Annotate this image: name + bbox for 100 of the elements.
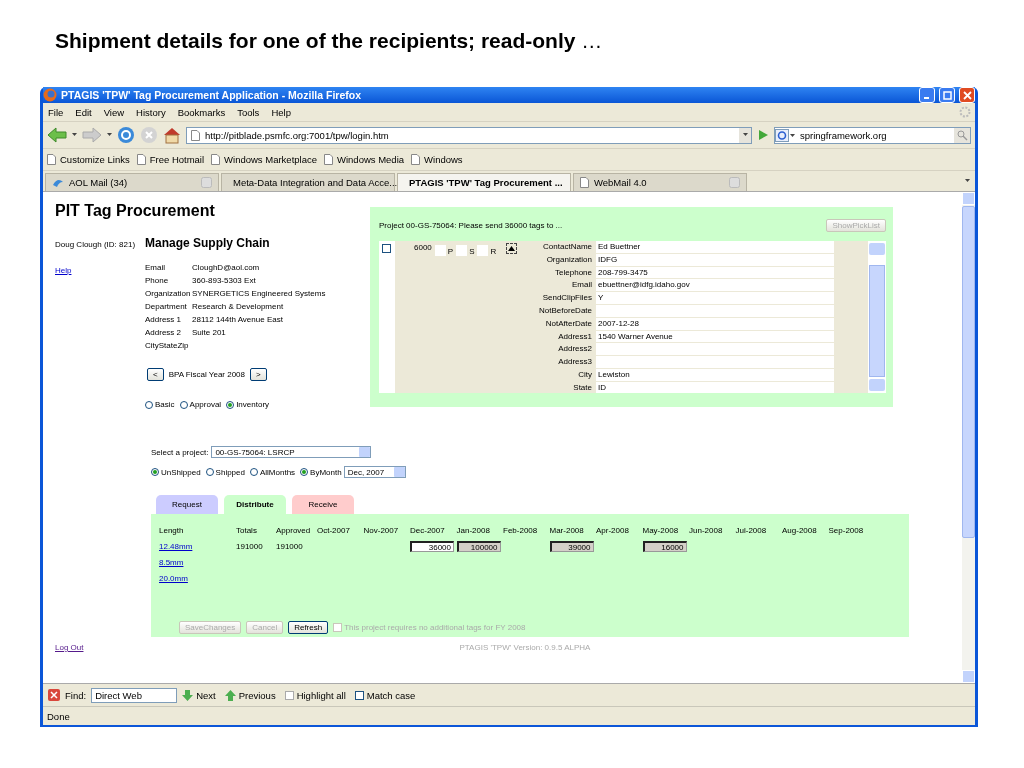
- menu-item[interactable]: History: [136, 106, 166, 118]
- field-value: ebuettner@idfg.idaho.gov: [596, 279, 834, 293]
- version-text: PTAGIS 'TPW' Version: 0.9.5 ALPHA: [459, 643, 591, 652]
- profile-label: Department: [145, 302, 188, 311]
- tab[interactable]: Request: [156, 495, 218, 514]
- tab[interactable]: Distribute: [224, 495, 286, 514]
- profile-value: SYNERGETICS Engineered Systems: [192, 289, 326, 298]
- radio-option[interactable]: Basic: [145, 400, 175, 409]
- action-button[interactable]: Refresh: [288, 621, 329, 634]
- profile-label: Email: [145, 263, 166, 272]
- radio-option[interactable]: Inventory: [226, 400, 270, 409]
- profile-label: CityStateZip: [145, 341, 190, 350]
- next-year-button[interactable]: >: [250, 368, 267, 381]
- profile-label: Address 2: [145, 328, 183, 337]
- column-header: Feb-2008: [503, 525, 539, 535]
- previous-year-button[interactable]: <: [147, 368, 164, 381]
- page-title: PIT Tag Procurement: [55, 202, 216, 220]
- browser-tab[interactable]: PTAGIS 'TPW' Tag Procurement ...: [397, 173, 571, 191]
- window-title: PTAGIS 'TPW' Tag Procurement Application - Mozilla Firefox: [61, 89, 362, 101]
- checkbox[interactable]: [382, 244, 391, 253]
- menu-item[interactable]: Tools: [237, 106, 260, 118]
- page-icon: [136, 154, 146, 165]
- menu-item[interactable]: Help: [271, 106, 291, 118]
- radio-option[interactable]: UnShipped: [151, 467, 201, 477]
- profile-value: Research & Development: [192, 302, 285, 311]
- slide-caption: Shipment details for one of the recipients; read-only …: [55, 29, 603, 52]
- column-header: Sep-2008: [828, 525, 865, 535]
- column-header: Jan-2008: [456, 525, 491, 535]
- browser-tab[interactable]: WebMail 4.0: [573, 173, 747, 191]
- column-header: Jun-2008: [689, 525, 724, 535]
- profile-label: Organization: [145, 289, 192, 298]
- column-header: Length: [159, 525, 185, 535]
- history-dropdown[interactable]: [739, 127, 751, 143]
- field-label: NotAfterDate: [544, 317, 592, 330]
- table-cell-text: 191000: [236, 541, 264, 551]
- project-dropdown[interactable]: 00-GS-75064: LSRCP: [211, 446, 372, 458]
- next-button[interactable]: Next: [182, 689, 216, 701]
- bookmark-link[interactable]: Windows Media: [324, 154, 405, 165]
- up-arrow-icon: [224, 689, 236, 701]
- radio-option[interactable]: Shipped: [205, 467, 245, 477]
- length-link[interactable]: 20.0mm: [159, 573, 236, 583]
- back-icon[interactable]: [47, 127, 67, 143]
- page-icon: [411, 154, 421, 165]
- field-label: SendClipFiles: [541, 292, 592, 305]
- quantity-field: 100000: [456, 540, 501, 552]
- column-header: Apr-2008: [596, 525, 630, 535]
- radio-option[interactable]: AllMonths: [249, 467, 296, 477]
- reload-icon[interactable]: [117, 126, 135, 144]
- help-link[interactable]: Help: [55, 266, 145, 275]
- browser-tab[interactable]: Meta-Data Integration and Data Acce...: [221, 173, 395, 191]
- go-icon[interactable]: [757, 129, 769, 141]
- column-header: Jul-2008: [735, 525, 768, 535]
- bookmark-link[interactable]: Windows: [411, 154, 463, 165]
- menu-item[interactable]: Bookmarks: [177, 106, 226, 118]
- bird-icon: [52, 177, 64, 188]
- minimize-button[interactable]: [919, 87, 935, 103]
- highlight-all-checkbox[interactable]: Highlight all: [284, 689, 346, 701]
- tab-list-icon[interactable]: [965, 179, 970, 183]
- page-icon: [324, 154, 333, 165]
- find-field[interactable]: Direct Web: [91, 687, 178, 703]
- menu-item[interactable]: File: [48, 106, 64, 118]
- length-link[interactable]: 8.5mm: [159, 557, 236, 567]
- quantity-field[interactable]: 36000: [410, 540, 454, 552]
- tab[interactable]: Receive: [292, 495, 354, 514]
- bookmark-link[interactable]: Windows Marketplace: [211, 154, 317, 165]
- collapse-button[interactable]: [506, 243, 518, 254]
- scrollbar[interactable]: [962, 192, 975, 683]
- maximize-button[interactable]: [939, 87, 955, 103]
- radio-option[interactable]: ByMonth: [300, 467, 342, 477]
- column-header: Aug-2008: [782, 525, 818, 535]
- bookmark-link[interactable]: Free Hotmail: [136, 154, 205, 165]
- previous-button[interactable]: Previous: [224, 689, 276, 701]
- page-icon: [47, 154, 56, 165]
- table-cell-text: 191000: [276, 541, 304, 551]
- month-dropdown[interactable]: Dec, 2007: [343, 466, 406, 478]
- field-label: Telephone: [554, 266, 592, 279]
- search-engine-icon[interactable]: [775, 128, 797, 142]
- caret-icon[interactable]: [72, 133, 77, 137]
- close-button[interactable]: [959, 87, 975, 103]
- menu-item[interactable]: View: [103, 106, 125, 118]
- fiscal-year-label: BPA Fiscal Year 2008: [168, 370, 246, 379]
- home-icon[interactable]: [163, 126, 181, 144]
- throbber-icon: [959, 106, 971, 118]
- radio-option[interactable]: Approval: [179, 400, 222, 409]
- search-icon[interactable]: [954, 127, 970, 143]
- field-label: City: [577, 368, 592, 381]
- length-link[interactable]: 12.48mm: [159, 541, 236, 551]
- maximize-icon: [942, 90, 952, 100]
- logout-link[interactable]: Log Out: [55, 643, 84, 652]
- down-arrow-icon: [182, 689, 194, 701]
- address-field[interactable]: http://pitblade.psmfc.org:7001/tpw/login.htm: [186, 126, 752, 144]
- caret-icon[interactable]: [107, 133, 112, 137]
- column-header: Approved: [276, 525, 312, 535]
- browser-tab[interactable]: AOL Mail (34): [45, 173, 219, 191]
- page-icon: [191, 129, 200, 141]
- bookmark-link[interactable]: Customize Links: [47, 154, 130, 165]
- search-field[interactable]: springframework.org: [774, 126, 971, 144]
- scrollbar[interactable]: [868, 241, 886, 393]
- menu-item[interactable]: Edit: [75, 106, 92, 118]
- match-case-checkbox[interactable]: Match case: [354, 689, 416, 701]
